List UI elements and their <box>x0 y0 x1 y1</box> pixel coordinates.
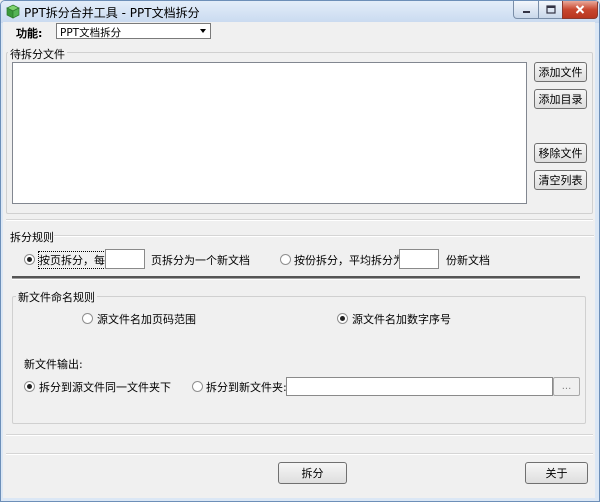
naming-group-title: 新文件命名规则 <box>16 289 97 305</box>
title-bar[interactable]: PPT拆分合并工具 - PPT文档拆分 <box>1 1 599 23</box>
output-new-folder-radio[interactable] <box>192 381 203 392</box>
split-button[interactable]: 拆分 <box>278 462 347 484</box>
naming-page-range-label[interactable]: 源文件名加页码范围 <box>97 311 196 327</box>
about-button[interactable]: 关于 <box>525 462 588 484</box>
split-by-page-suffix: 页拆分为一个新文档 <box>151 254 250 267</box>
naming-number-label[interactable]: 源文件名加数字序号 <box>352 311 451 327</box>
divider <box>6 434 593 436</box>
output-folder-path-input[interactable] <box>286 377 553 396</box>
naming-number-radio[interactable] <box>337 313 348 324</box>
remove-file-button[interactable]: 移除文件 <box>534 143 587 163</box>
add-file-button[interactable]: 添加文件 <box>534 62 587 82</box>
maximize-icon <box>545 5 556 14</box>
split-by-count-radio[interactable] <box>280 254 291 265</box>
close-icon <box>575 5 585 14</box>
output-new-folder-label[interactable]: 拆分到新文件夹: <box>206 379 287 395</box>
function-select[interactable]: PPT文档拆分 <box>56 23 211 39</box>
file-list[interactable] <box>12 62 527 204</box>
divider <box>6 453 593 455</box>
maximize-button[interactable] <box>538 1 563 19</box>
split-by-count-suffix: 份新文档 <box>446 254 490 267</box>
minimize-icon <box>522 10 530 13</box>
naming-page-range-radio[interactable] <box>82 313 93 324</box>
window-title: PPT拆分合并工具 - PPT文档拆分 <box>24 6 200 20</box>
files-group-title: 待拆分文件 <box>8 46 67 62</box>
section-separator <box>12 276 580 280</box>
pages-per-doc-input[interactable] <box>105 249 145 269</box>
output-label: 新文件输出: <box>24 358 83 371</box>
divider <box>54 235 594 237</box>
clear-list-button[interactable]: 清空列表 <box>534 170 587 190</box>
add-folder-button[interactable]: 添加目录 <box>534 89 587 109</box>
divider <box>6 219 593 221</box>
function-label: 功能: <box>16 27 43 40</box>
split-by-page-radio[interactable] <box>24 254 35 265</box>
function-selected-value: PPT文档拆分 <box>60 27 122 39</box>
minimize-button[interactable] <box>513 1 539 19</box>
browse-folder-button[interactable]: ... <box>553 377 580 396</box>
chevron-down-icon[interactable] <box>196 24 210 38</box>
split-by-count-label[interactable]: 按份拆分，平均拆分为 <box>294 252 404 268</box>
close-window-button[interactable] <box>562 1 598 19</box>
split-by-page-label[interactable]: 按页拆分，每 <box>38 251 106 269</box>
app-icon <box>6 4 20 19</box>
doc-count-input[interactable] <box>399 249 439 269</box>
output-same-folder-label[interactable]: 拆分到源文件同一文件夹下 <box>39 379 171 395</box>
split-rules-title: 拆分规则 <box>10 231 54 244</box>
output-same-folder-radio[interactable] <box>24 381 35 392</box>
